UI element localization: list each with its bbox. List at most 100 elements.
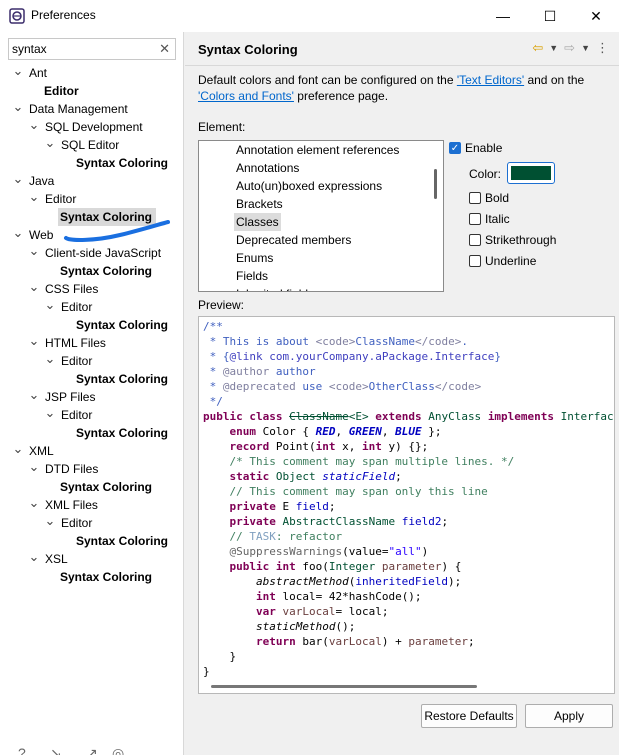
expand-chevron-icon[interactable]: ⌄ [12,64,24,82]
tree-item[interactable]: ⌄ HTML Files [0,334,183,352]
element-list[interactable]: Annotation element references Annotations… [198,140,444,292]
back-dropdown-icon[interactable]: ▼ [549,43,558,53]
tree-item[interactable]: ⌄ Editor [0,190,183,208]
tree-item[interactable]: Syntax Coloring [0,532,183,550]
expand-chevron-icon[interactable]: ⌄ [28,244,40,262]
expand-chevron-icon[interactable]: ⌄ [28,280,40,298]
tree-item[interactable]: ⌄ SQL Editor [0,136,183,154]
element-list-scrollbar[interactable] [434,169,437,199]
forward-arrow-icon[interactable]: ⇨ [564,40,575,56]
italic-checkbox[interactable] [469,213,481,225]
tree-item-label: Syntax Coloring [60,570,153,584]
tree-item[interactable]: ⌄ Ant [0,64,183,82]
view-menu-icon[interactable]: ⋮ [596,40,609,56]
preview-scrollbar[interactable] [211,685,477,688]
tree-item[interactable]: Syntax Coloring [0,154,183,172]
tree-item[interactable]: ⌄ Client-side JavaScript [0,244,183,262]
colors-fonts-link[interactable]: 'Colors and Fonts' [198,89,294,103]
preference-tree-panel: ✕ ⌄ Ant Editor ⌄ Data Management ⌄ SQL Develop… [0,32,184,755]
tree-item[interactable]: ⌄ DTD Files [0,460,183,478]
expand-chevron-icon[interactable]: ⌄ [44,136,56,154]
element-list-item[interactable]: Auto(un)boxed expressions [236,177,382,195]
tree-item[interactable]: Syntax Coloring [0,568,183,586]
underline-checkbox[interactable] [469,255,481,267]
element-list-item[interactable]: Brackets [236,195,283,213]
tree-item[interactable]: Syntax Coloring [0,424,183,442]
tree-item[interactable]: Editor [0,82,183,100]
expand-chevron-icon[interactable]: ⌄ [28,334,40,352]
element-list-item[interactable]: Inherited fields [236,285,314,291]
expand-chevron-icon[interactable]: ⌄ [44,514,56,532]
tree-item-label: Editor [61,516,93,530]
tree-item-label: Syntax Coloring [60,480,153,494]
element-list-item[interactable]: Classes [234,213,281,231]
tree-item[interactable]: ⌄ CSS Files [0,280,183,298]
expand-chevron-icon[interactable]: ⌄ [12,226,24,244]
tree-item[interactable]: Syntax Coloring [0,370,183,388]
description-text: and on the [524,73,585,87]
tree-item-label: SQL Editor [61,138,120,152]
tree-item-label: Editor [61,408,93,422]
element-list-item[interactable]: Enums [236,249,273,267]
tree-item[interactable]: ⌄ Editor [0,514,183,532]
strikethrough-checkbox[interactable] [469,234,481,246]
tree-item[interactable]: Syntax Coloring [0,208,183,226]
tree-item[interactable]: ⌄ JSP Files [0,388,183,406]
enable-checkbox[interactable]: ✓ [449,142,461,154]
element-list-item[interactable]: Annotation element references [236,141,399,159]
close-button[interactable]: ✕ [573,0,619,32]
tree-item-label: Syntax Coloring [76,534,169,548]
tree-item-label: JSP Files [45,390,96,404]
expand-chevron-icon[interactable]: ⌄ [28,550,40,568]
restore-defaults-button[interactable]: Restore Defaults [421,704,517,728]
expand-chevron-icon[interactable]: ⌄ [28,190,40,208]
expand-chevron-icon[interactable]: ⌄ [44,406,56,424]
expand-chevron-icon[interactable]: ⌄ [44,298,56,316]
tree-item[interactable]: ⌄ XML Files [0,496,183,514]
import-icon[interactable]: ↘ [50,745,62,755]
expand-chevron-icon[interactable]: ⌄ [12,442,24,460]
back-arrow-icon[interactable]: ⇦ [532,40,543,56]
expand-chevron-icon[interactable]: ⌄ [28,460,40,478]
preference-page: Syntax Coloring ⇦ ▼ ⇨ ▼ ⋮ Default colors… [185,32,619,755]
element-list-item[interactable]: Annotations [236,159,299,177]
tree-item[interactable]: ⌄ XSL [0,550,183,568]
help-icon[interactable]: ? [18,745,26,755]
export-icon[interactable]: ↗ [86,745,98,755]
element-list-item[interactable]: Fields [236,267,268,285]
tree-item[interactable]: ⌄ Java [0,172,183,190]
tree-item[interactable]: ⌄ Editor [0,298,183,316]
forward-dropdown-icon[interactable]: ▼ [581,43,590,53]
tree-item[interactable]: ⌄ Editor [0,406,183,424]
tree-item[interactable]: Syntax Coloring [0,478,183,496]
tree-item[interactable]: ⌄ Web [0,226,183,244]
expand-chevron-icon[interactable]: ⌄ [44,352,56,370]
maximize-button[interactable]: ☐ [527,0,573,32]
tree-item[interactable]: Syntax Coloring [0,316,183,334]
tree-item[interactable]: ⌄ Editor [0,352,183,370]
oomph-icon[interactable]: ◎ [112,745,124,755]
expand-chevron-icon[interactable]: ⌄ [28,388,40,406]
expand-chevron-icon[interactable]: ⌄ [28,118,40,136]
text-editors-link[interactable]: 'Text Editors' [457,73,524,87]
bold-checkbox[interactable] [469,192,481,204]
apply-button[interactable]: Apply [525,704,613,728]
bold-label: Bold [485,191,510,205]
filter-field[interactable]: ✕ [8,38,176,60]
tree-item[interactable]: ⌄ SQL Development [0,118,183,136]
clear-filter-icon[interactable]: ✕ [159,41,170,57]
expand-chevron-icon[interactable]: ⌄ [12,172,24,190]
minimize-button[interactable]: — [480,0,526,32]
tree-item[interactable]: Syntax Coloring [0,262,183,280]
tree-item-label: Editor [44,84,79,98]
tree-item[interactable]: ⌄ Data Management [0,100,183,118]
expand-chevron-icon[interactable]: ⌄ [12,100,24,118]
enable-label: Enable [465,141,503,155]
tree-item[interactable]: ⌄ XML [0,442,183,460]
element-list-item[interactable]: Deprecated members [236,231,351,249]
tree-item-label: Syntax Coloring [76,426,169,440]
color-picker-button[interactable] [507,162,555,184]
expand-chevron-icon[interactable]: ⌄ [28,496,40,514]
filter-input[interactable] [9,39,149,59]
description-text: preference page. [293,89,389,103]
